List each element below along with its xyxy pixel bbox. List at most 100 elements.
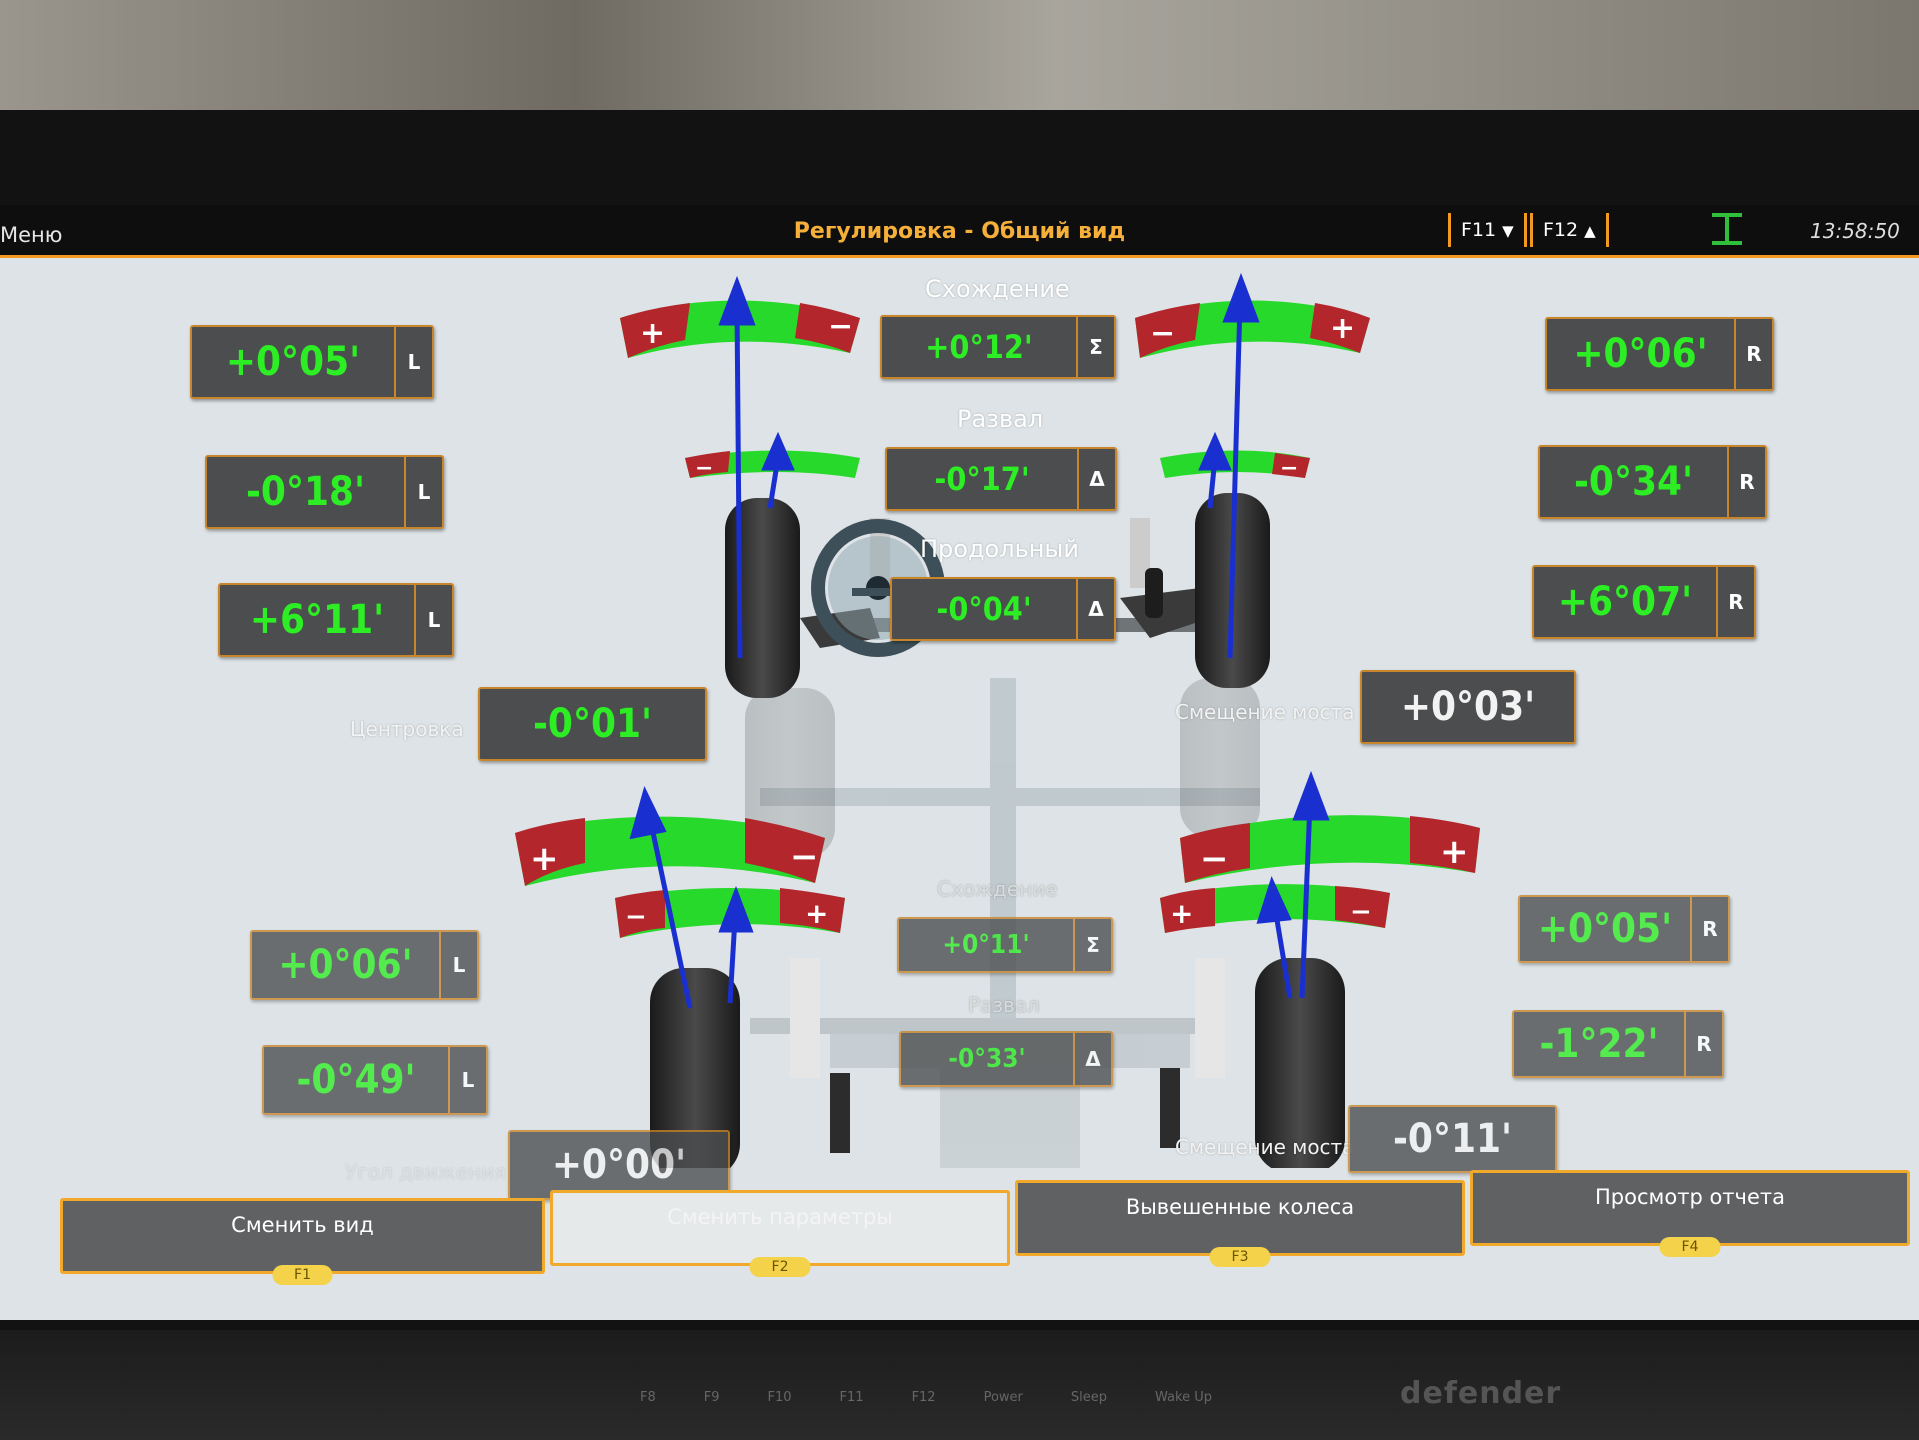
key-label: Wake Up bbox=[1155, 1390, 1212, 1405]
front-right-toe-value: +0°06' bbox=[1573, 331, 1708, 377]
rear-right-toe-box: +0°05' R bbox=[1518, 895, 1730, 963]
svg-text:−: − bbox=[625, 902, 647, 932]
svg-text:+: + bbox=[1440, 832, 1469, 872]
rear-right-camber-box: -1°22' R bbox=[1512, 1010, 1724, 1078]
front-caster-label: Продольный bbox=[920, 535, 1079, 563]
side-tag-left: L bbox=[394, 327, 432, 397]
rear-right-toe-value: +0°05' bbox=[1537, 906, 1673, 952]
front-camber-label: Развал bbox=[957, 405, 1044, 433]
key-label: Sleep bbox=[1070, 1390, 1108, 1405]
rear-camber-diff-value: -0°33' bbox=[948, 1044, 1026, 1074]
rear-setback-value: -0°11' bbox=[1392, 1116, 1513, 1162]
rear-left-toe-scale: + − bbox=[515, 816, 825, 886]
keyboard-brand: defender bbox=[1400, 1376, 1562, 1411]
rear-left-toe-value: +0°06' bbox=[278, 942, 413, 988]
side-tag-right: R bbox=[1690, 897, 1728, 961]
side-tag-left: L bbox=[439, 932, 477, 998]
page-title: Регулировка - Общий вид bbox=[793, 219, 1126, 244]
rear-left-camber-box: -0°49' L bbox=[262, 1045, 488, 1115]
front-right-camber-value: -0°34' bbox=[1573, 459, 1694, 505]
rear-camber-diff-box: -0°33' Δ bbox=[899, 1031, 1113, 1087]
side-tag-right: R bbox=[1716, 567, 1754, 637]
front-left-toe-value: +0°05' bbox=[225, 339, 361, 385]
clock: 13:58:50 bbox=[1810, 219, 1900, 243]
change-parameters-button[interactable]: Сменить параметры F2 bbox=[550, 1190, 1010, 1277]
f12-up-button[interactable]: F12 ▲ bbox=[1530, 213, 1609, 247]
key-label: F11 bbox=[839, 1390, 864, 1405]
front-left-tire bbox=[725, 498, 800, 698]
rear-toe-label: Схождение bbox=[937, 877, 1058, 901]
side-tag-left: L bbox=[448, 1047, 486, 1113]
sigma-icon: Σ bbox=[1073, 919, 1111, 971]
front-toe-total-box: +0°12' Σ bbox=[880, 315, 1116, 379]
centering-box: -0°01' bbox=[478, 687, 707, 761]
lift-icon[interactable] bbox=[1712, 209, 1742, 249]
key-label: Power bbox=[983, 1390, 1023, 1405]
front-toe-label: Схождение bbox=[925, 275, 1070, 303]
rear-toe-total-box: +0°11' Σ bbox=[897, 917, 1113, 973]
front-left-caster-box: +6°11' L bbox=[218, 583, 454, 657]
centering-value: -0°01' bbox=[532, 701, 653, 747]
rear-left-toe-box: +0°06' L bbox=[250, 930, 479, 1000]
softkey-bar: Сменить вид F1 Сменить параметры F2 Выве… bbox=[60, 1170, 1919, 1285]
front-right-caster-box: +6°07' R bbox=[1532, 565, 1756, 639]
side-tag-left: L bbox=[414, 585, 452, 655]
front-left-camber-value: -0°18' bbox=[245, 469, 366, 515]
svg-text:−: − bbox=[790, 837, 819, 877]
svg-text:−: − bbox=[695, 456, 713, 481]
keyboard-keys: F8 F9 F10 F11 F12 Power Sleep Wake Up bbox=[640, 1390, 1212, 1405]
rear-left-camber-value: -0°49' bbox=[296, 1057, 416, 1103]
front-toe-total-value: +0°12' bbox=[925, 328, 1033, 366]
delta-icon: Δ bbox=[1077, 449, 1115, 509]
f4-key-badge: F4 bbox=[1659, 1237, 1721, 1257]
key-label: F8 bbox=[640, 1390, 656, 1405]
top-bar: Меню Регулировка - Общий вид F11 ▼ F12 ▲ 1… bbox=[0, 205, 1919, 258]
background-wall bbox=[0, 0, 1919, 120]
side-tag-left: L bbox=[404, 457, 442, 527]
centering-label: Центровка bbox=[350, 717, 464, 741]
key-label: F12 bbox=[911, 1390, 936, 1405]
alignment-screen: Меню Регулировка - Общий вид F11 ▼ F12 ▲ 1… bbox=[0, 205, 1919, 1320]
rear-setback-label: Смещение моста bbox=[1175, 1135, 1355, 1159]
front-setback-value: +0°03' bbox=[1400, 684, 1536, 730]
front-camber-diff-box: -0°17' Δ bbox=[885, 447, 1117, 511]
side-tag-right: R bbox=[1727, 447, 1765, 517]
svg-text:+: + bbox=[530, 839, 559, 879]
view-report-label: Просмотр отчета bbox=[1595, 1185, 1785, 1209]
arrow-up-icon: ▲ bbox=[1584, 222, 1596, 240]
change-parameters-label: Сменить параметры bbox=[667, 1205, 893, 1229]
f11-down-button[interactable]: F11 ▼ bbox=[1448, 213, 1527, 247]
front-setback-box: +0°03' bbox=[1360, 670, 1576, 744]
front-left-camber-box: -0°18' L bbox=[205, 455, 444, 529]
front-left-caster-value: +6°11' bbox=[249, 597, 385, 643]
delta-icon: Δ bbox=[1076, 579, 1114, 639]
rear-setback-box: -0°11' bbox=[1348, 1105, 1557, 1173]
front-setback-label: Смещение моста bbox=[1175, 700, 1355, 724]
delta-icon: Δ bbox=[1073, 1033, 1111, 1085]
sigma-icon: Σ bbox=[1076, 317, 1114, 377]
f11-label: F11 bbox=[1461, 219, 1497, 241]
arrow-down-icon: ▼ bbox=[1502, 222, 1514, 240]
f12-label: F12 bbox=[1543, 219, 1579, 241]
lifted-wheels-label: Вывешенные колеса bbox=[1125, 1195, 1355, 1219]
view-report-button[interactable]: Просмотр отчета F4 bbox=[1470, 1170, 1910, 1257]
svg-text:−: − bbox=[1150, 316, 1175, 351]
front-caster-diff-box: -0°04' Δ bbox=[890, 577, 1116, 641]
f3-key-badge: F3 bbox=[1209, 1247, 1271, 1267]
svg-text:−: − bbox=[828, 309, 853, 344]
svg-text:+: + bbox=[805, 897, 828, 930]
front-camber-diff-value: -0°17' bbox=[934, 460, 1030, 498]
front-right-toe-box: +0°06' R bbox=[1545, 317, 1774, 391]
side-tag-right: R bbox=[1734, 319, 1772, 389]
key-label: F9 bbox=[703, 1390, 720, 1405]
change-view-button[interactable]: Сменить вид F1 bbox=[60, 1198, 545, 1285]
svg-text:+: + bbox=[640, 316, 665, 351]
svg-text:+: + bbox=[1170, 897, 1193, 930]
key-label: F10 bbox=[767, 1390, 792, 1405]
rear-right-camber-value: -1°22' bbox=[1539, 1021, 1659, 1067]
front-left-toe-box: +0°05' L bbox=[190, 325, 434, 399]
front-caster-diff-value: -0°04' bbox=[936, 590, 1032, 628]
front-right-caster-value: +6°07' bbox=[1557, 579, 1693, 625]
lifted-wheels-button[interactable]: Вывешенные колеса F3 bbox=[1015, 1180, 1465, 1267]
keyboard bbox=[0, 1330, 1919, 1440]
